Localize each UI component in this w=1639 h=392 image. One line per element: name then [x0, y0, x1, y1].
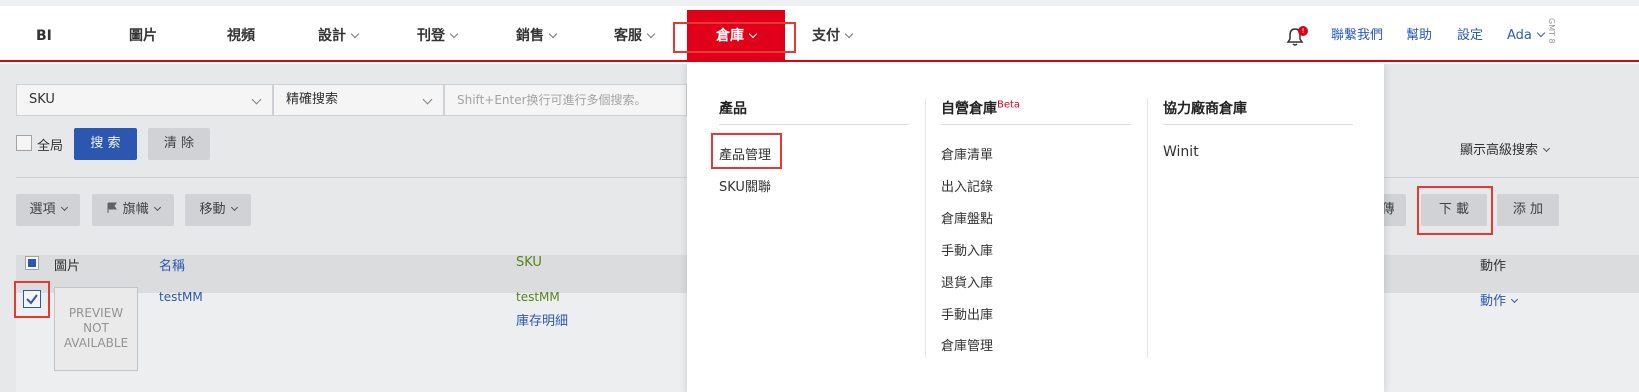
settings-link[interactable]: 設定	[1457, 10, 1483, 62]
menu-item-warehouse-management[interactable]: 倉庫管理	[941, 335, 993, 354]
dropdown-column-title: 協力廠商倉庫	[1163, 101, 1247, 117]
nav-sales[interactable]: 銷售	[516, 10, 558, 62]
user-name: Ada	[1507, 28, 1532, 43]
nav-design[interactable]: 設計	[318, 10, 360, 62]
chevron-down-icon	[548, 29, 558, 39]
nav-label: 設計	[318, 28, 346, 44]
chevron-down-icon	[748, 29, 758, 39]
beta-badge: Beta	[997, 99, 1021, 111]
chevron-down-icon	[350, 29, 360, 39]
nav-label: 刊登	[417, 28, 445, 44]
menu-item-product-management[interactable]: 產品管理	[719, 144, 771, 163]
top-navbar: BI 圖片 視頻 設計 刊登 銷售 客服 倉庫 支付 聯繫我們 幫助 設定 Ad…	[0, 10, 1639, 62]
column-divider	[941, 124, 1131, 125]
menu-item-manual-outbound[interactable]: 手動出庫	[941, 304, 993, 323]
warehouse-dropdown-menu: 產品 產品管理 SKU關聯 自營倉庫Beta 倉庫清單 出入記錄 倉庫盤點 手動…	[687, 62, 1384, 392]
chevron-down-icon	[844, 29, 854, 39]
menu-item-stocktake[interactable]: 倉庫盤點	[941, 208, 993, 227]
nav-videos[interactable]: 視頻	[227, 10, 255, 62]
nav-label: 倉庫	[716, 28, 744, 44]
column-separator	[925, 98, 926, 358]
nav-images[interactable]: 圖片	[129, 10, 157, 62]
chevron-down-icon	[1536, 28, 1546, 38]
nav-label: 視頻	[227, 28, 255, 44]
dropdown-column-title: 自營倉庫Beta	[941, 98, 1020, 118]
menu-item-sku-association[interactable]: SKU關聯	[719, 176, 771, 195]
nav-label: BI	[36, 28, 52, 44]
nav-customer-service[interactable]: 客服	[614, 10, 656, 62]
nav-bi[interactable]: BI	[36, 10, 52, 62]
column-separator	[1147, 98, 1148, 358]
timezone-label: GMT 8	[1547, 18, 1556, 44]
chevron-down-icon	[449, 29, 459, 39]
help-link[interactable]: 幫助	[1406, 10, 1432, 62]
menu-item-manual-inbound[interactable]: 手動入庫	[941, 240, 993, 259]
nav-label: 支付	[812, 28, 840, 44]
menu-item-inout-records[interactable]: 出入記錄	[941, 176, 993, 195]
notification-badge: !	[1298, 26, 1308, 36]
user-menu[interactable]: Ada	[1507, 10, 1546, 62]
column-divider	[719, 124, 909, 125]
nav-label: 圖片	[129, 28, 157, 44]
menu-item-return-inbound[interactable]: 退貨入庫	[941, 272, 993, 291]
nav-label: 客服	[614, 28, 642, 44]
column-divider	[1163, 124, 1353, 125]
menu-item-winit[interactable]: Winit	[1163, 144, 1199, 160]
dropdown-column-title: 產品	[719, 101, 747, 117]
chevron-down-icon	[646, 29, 656, 39]
nav-warehouse[interactable]: 倉庫	[687, 10, 785, 62]
nav-listing[interactable]: 刊登	[417, 10, 459, 62]
browser-top-strip	[0, 0, 1639, 6]
column-title-text: 自營倉庫	[941, 101, 997, 117]
nav-payment[interactable]: 支付	[812, 10, 854, 62]
contact-link[interactable]: 聯繫我們	[1331, 10, 1383, 62]
menu-item-warehouse-list[interactable]: 倉庫清單	[941, 144, 993, 163]
nav-label: 銷售	[516, 28, 544, 44]
